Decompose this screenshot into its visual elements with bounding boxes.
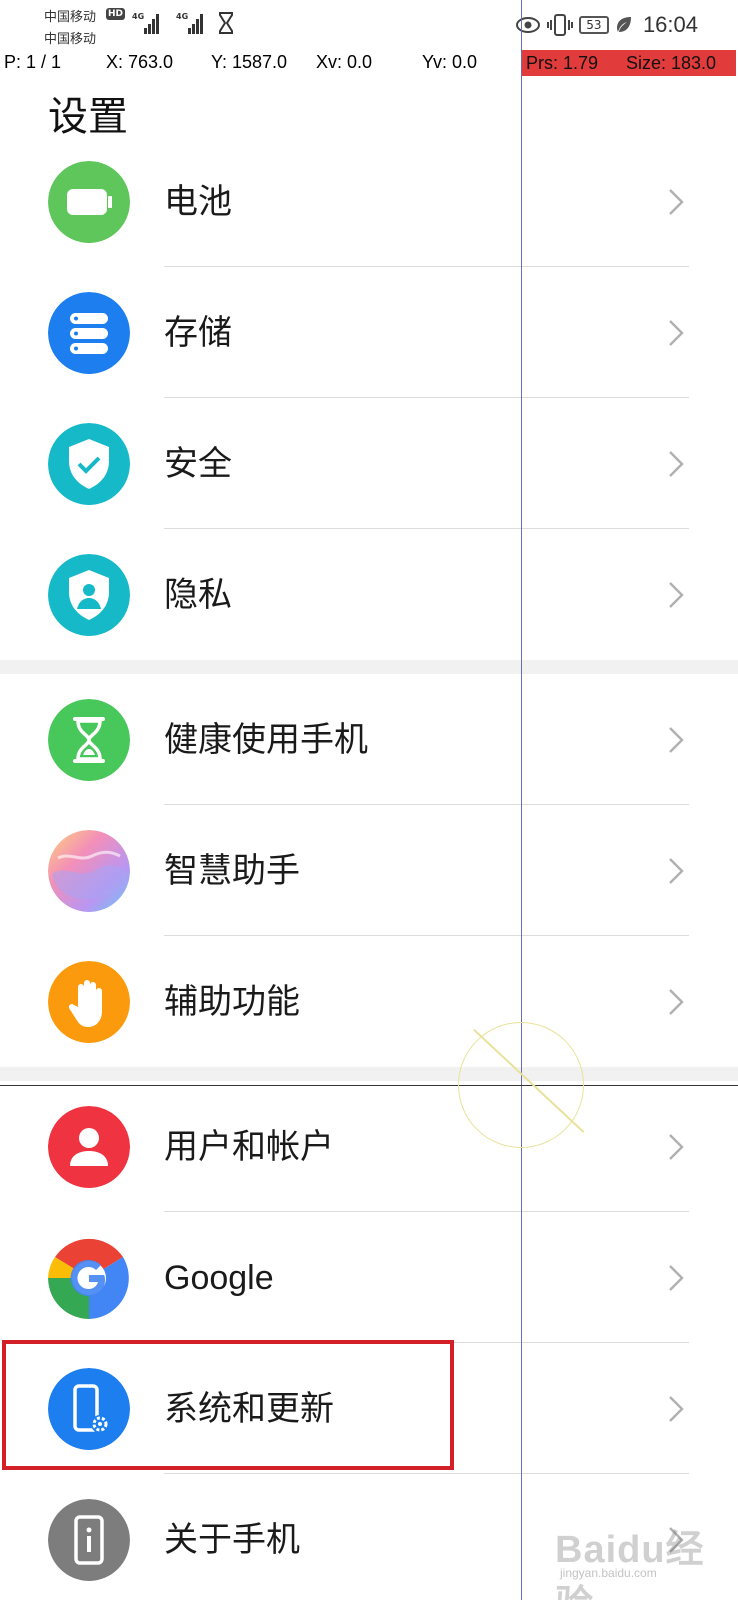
chevron-right-icon	[669, 989, 684, 1015]
pointer-size: Size: 183.0	[622, 50, 736, 76]
settings-item-label: 电池	[164, 182, 232, 222]
settings-item-digital-balance[interactable]: 健康使用手机	[0, 674, 738, 805]
info-phone-icon	[48, 1499, 130, 1581]
settings-item-google[interactable]: Google	[0, 1212, 738, 1343]
pointer-pressure: Prs: 1.79	[522, 50, 622, 76]
section-gap	[0, 1067, 738, 1081]
hourglass-icon	[48, 699, 130, 781]
hand-icon	[48, 961, 130, 1043]
chevron-right-icon	[669, 1134, 684, 1160]
baidu-watermark-url: jingyan.baidu.com	[560, 1566, 657, 1580]
chevron-right-icon	[669, 727, 684, 753]
chevron-right-icon	[669, 189, 684, 215]
eye-icon	[515, 17, 540, 33]
chevron-right-icon	[669, 1265, 684, 1291]
google-icon	[48, 1237, 130, 1319]
privacy-icon	[48, 554, 130, 636]
page-title: 设置	[48, 94, 128, 140]
settings-item-label: Google	[164, 1259, 274, 1297]
chevron-right-icon	[669, 582, 684, 608]
highlight-annotation	[2, 1340, 454, 1470]
settings-item-users-accounts[interactable]: 用户和帐户	[0, 1081, 738, 1212]
pointer-x: X: 763.0	[106, 52, 174, 72]
pointer-location-overlay: P: 1 / 1 X: 763.0 Y: 1587.0 Xv: 0.0 Yv: …	[0, 50, 738, 76]
pointer-xv: Xv: 0.0	[316, 52, 373, 72]
settings-item-smart-assistant[interactable]: 智慧助手	[0, 805, 738, 936]
pointer-crosshair-vertical	[521, 0, 522, 1600]
settings-item-label: 存储	[164, 313, 232, 353]
settings-item-label: 辅助功能	[164, 982, 300, 1022]
pointer-yv: Yv: 0.0	[422, 52, 478, 72]
settings-item-label: 关于手机	[164, 1520, 300, 1560]
settings-item-label: 智慧助手	[164, 851, 300, 891]
battery-icon	[48, 161, 130, 243]
user-icon	[48, 1106, 130, 1188]
chevron-right-icon	[669, 858, 684, 884]
pointer-crosshair-horizontal	[0, 1085, 738, 1086]
settings-item-privacy[interactable]: 隐私	[0, 529, 738, 660]
settings-item-label: 用户和帐户	[164, 1127, 334, 1167]
baidu-watermark: Baidu经验	[555, 1529, 705, 1600]
settings-item-label: 隐私	[164, 575, 232, 615]
section-gap	[0, 660, 738, 674]
assistant-icon	[48, 830, 130, 912]
settings-item-label: 安全	[164, 444, 232, 484]
status-bar: 中国移动 HD 中国移动 4G 4G 53 16:04	[0, 0, 738, 48]
battery-status: 53	[578, 16, 609, 34]
network-type-1: 4G	[132, 12, 145, 21]
storage-icon	[48, 292, 130, 374]
network-type-2: 4G	[176, 12, 189, 21]
settings-item-storage[interactable]: 存储	[0, 267, 738, 398]
leaf-icon	[616, 17, 631, 32]
pointer-y: Y: 1587.0	[211, 52, 288, 72]
pointer-count: P: 1 / 1	[4, 52, 62, 72]
carrier-2: 中国移动	[44, 32, 97, 47]
settings-item-label: 健康使用手机	[164, 720, 368, 760]
touch-indicator	[458, 1022, 584, 1148]
settings-item-security[interactable]: 安全	[0, 398, 738, 529]
carrier-1: 中国移动	[44, 10, 97, 25]
clock: 16:04	[642, 12, 698, 37]
shield-icon	[48, 423, 130, 505]
status-right: 53 16:04	[515, 10, 698, 40]
vibrate-icon	[546, 14, 573, 36]
chevron-right-icon	[669, 1396, 684, 1422]
settings-item-accessibility[interactable]: 辅助功能	[0, 936, 738, 1067]
hourglass-status-icon	[219, 12, 233, 34]
chevron-right-icon	[669, 451, 684, 477]
hd-badge: HD	[106, 8, 126, 20]
settings-item-battery[interactable]: 电池	[0, 155, 738, 267]
chevron-right-icon	[669, 320, 684, 346]
